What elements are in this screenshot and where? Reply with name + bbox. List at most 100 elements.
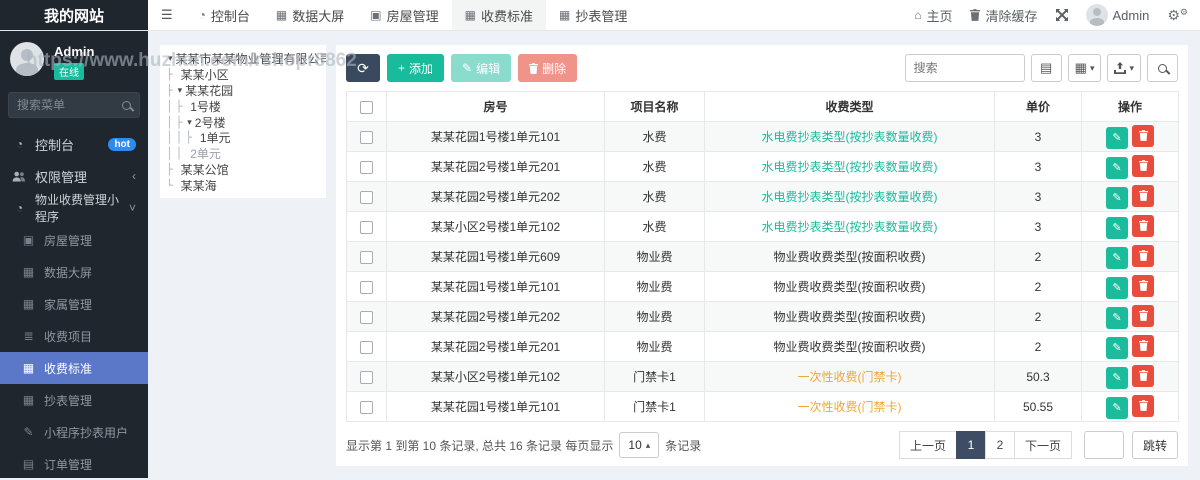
row-edit-button[interactable]: ✎ xyxy=(1106,367,1128,389)
row-edit-button[interactable]: ✎ xyxy=(1106,247,1128,269)
row-delete-button[interactable] xyxy=(1132,305,1154,327)
row-checkbox[interactable] xyxy=(360,281,373,294)
nav-item-meter[interactable]: ▦ 抄表管理 xyxy=(546,0,640,30)
sidebar-item-permissions[interactable]: 权限管理 ‹ xyxy=(0,160,148,192)
sidebar-item-label: 数据大屏 xyxy=(44,264,92,281)
prev-page-button[interactable]: 上一页 xyxy=(899,431,957,459)
row-delete-button[interactable] xyxy=(1132,155,1154,177)
sidebar-search-input[interactable] xyxy=(17,98,118,112)
row-checkbox[interactable] xyxy=(360,251,373,264)
sidebar-item-fee-standard[interactable]: ▦ 收费标准 xyxy=(0,352,148,384)
row-edit-button[interactable]: ✎ xyxy=(1106,277,1128,299)
sidebar-item-property-app[interactable]: ◔ 物业收费管理小程序 ˅ xyxy=(0,192,148,224)
row-edit-button[interactable]: ✎ xyxy=(1106,157,1128,179)
jump-page-input[interactable] xyxy=(1084,431,1124,459)
fee-type-link[interactable]: 一次性收费(门禁卡) xyxy=(705,362,995,392)
row-delete-button[interactable] xyxy=(1132,185,1154,207)
columns-button[interactable]: ▦ ▾ xyxy=(1068,54,1102,82)
sidebar-item-house[interactable]: ▣ 房屋管理 xyxy=(0,224,148,256)
add-button[interactable]: + 添加 xyxy=(387,54,444,82)
tree-node-unit1[interactable]: ││├ 1单元 xyxy=(166,130,324,146)
export-button[interactable]: ▾ xyxy=(1107,54,1141,82)
fee-type-link[interactable]: 水电费抄表类型(按抄表数量收费) xyxy=(705,122,995,152)
row-edit-button[interactable]: ✎ xyxy=(1106,337,1128,359)
sidebar-item-miniapp-users[interactable]: ✎ 小程序抄表用户 xyxy=(0,416,148,448)
row-edit-button[interactable]: ✎ xyxy=(1106,307,1128,329)
tree-expand-icon[interactable]: ▾ xyxy=(187,117,192,128)
sidebar-item-orders[interactable]: ▤ 订单管理 xyxy=(0,448,148,480)
row-checkbox[interactable] xyxy=(360,221,373,234)
tree-node-community[interactable]: ├ 某某小区 xyxy=(166,67,324,83)
tree-node-company[interactable]: ▾ 某某市某某物业管理有限公司 xyxy=(166,51,324,67)
sidebar-item-family[interactable]: ▦ 家属管理 xyxy=(0,288,148,320)
dashboard-icon: ◔ xyxy=(199,8,206,22)
building-tree-panel: ▾ 某某市某某物业管理有限公司 ├ 某某小区 ├ ▾ 某某花园 │├ 1号楼 │… xyxy=(160,45,326,198)
sidebar-avatar xyxy=(10,42,44,76)
page-size-dropdown[interactable]: 10 ▴ xyxy=(619,432,659,458)
table-search-input[interactable] xyxy=(905,54,1025,82)
cell-room: 某某花园2号楼1单元202 xyxy=(387,302,605,332)
refresh-button[interactable]: ⟳ xyxy=(346,54,380,82)
search-button[interactable] xyxy=(1147,54,1178,82)
toggle-view-button[interactable]: ▤ xyxy=(1031,54,1062,82)
edit-button[interactable]: ✎ 编辑 xyxy=(451,54,511,82)
trash-icon xyxy=(1139,340,1148,351)
sidebar-item-fee-items[interactable]: ≣ 收费项目 xyxy=(0,320,148,352)
nav-item-label: 数据大屏 xyxy=(292,6,344,25)
sidebar-item-console[interactable]: ◔ 控制台 hot xyxy=(0,128,148,160)
tree-node-building2[interactable]: │├ ▾ 2号楼 xyxy=(166,114,324,130)
jump-button[interactable]: 跳转 xyxy=(1132,431,1178,459)
fee-type-link[interactable]: 水电费抄表类型(按抄表数量收费) xyxy=(705,212,995,242)
row-edit-button[interactable]: ✎ xyxy=(1106,187,1128,209)
tree-node-garden[interactable]: ├ ▾ 某某花园 xyxy=(166,83,324,99)
row-checkbox[interactable] xyxy=(360,311,373,324)
row-checkbox[interactable] xyxy=(360,131,373,144)
fee-type-link[interactable]: 水电费抄表类型(按抄表数量收费) xyxy=(705,182,995,212)
next-page-button[interactable]: 下一页 xyxy=(1014,431,1072,459)
tree-node-label: 某某花园 xyxy=(185,82,233,99)
tree-node-building1[interactable]: │├ 1号楼 xyxy=(166,98,324,114)
row-delete-button[interactable] xyxy=(1132,125,1154,147)
tree-expand-icon[interactable]: ▾ xyxy=(168,53,173,64)
tree-node-mansion[interactable]: ├ 某某公馆 xyxy=(166,162,324,178)
row-edit-button[interactable]: ✎ xyxy=(1106,397,1128,419)
tree-node-sea[interactable]: └ 某某海 xyxy=(166,177,324,193)
row-delete-button[interactable] xyxy=(1132,245,1154,267)
settings-button[interactable]: ⚙⚙ xyxy=(1167,7,1188,24)
page-button-2[interactable]: 2 xyxy=(985,431,1015,459)
row-edit-button[interactable]: ✎ xyxy=(1106,127,1128,149)
row-edit-button[interactable]: ✎ xyxy=(1106,217,1128,239)
sidebar-item-meter[interactable]: ▦ 抄表管理 xyxy=(0,384,148,416)
sidebar-toggle-button[interactable]: ☰ xyxy=(148,0,186,30)
home-link[interactable]: ⌂ 主页 xyxy=(914,6,952,25)
row-checkbox[interactable] xyxy=(360,341,373,354)
row-checkbox[interactable] xyxy=(360,161,373,174)
nav-item-fee-standard[interactable]: ▦ 收费标准 xyxy=(452,0,546,30)
row-delete-button[interactable] xyxy=(1132,365,1154,387)
tree-guides: │├ xyxy=(166,116,185,129)
nav-item-console[interactable]: ◔ 控制台 xyxy=(186,0,263,30)
page-button-1[interactable]: 1 xyxy=(956,431,986,459)
fee-type-link[interactable]: 一次性收费(门禁卡) xyxy=(705,392,995,422)
sidebar-item-datascreen[interactable]: ▦ 数据大屏 xyxy=(0,256,148,288)
fullscreen-button[interactable] xyxy=(1056,9,1068,21)
row-checkbox[interactable] xyxy=(360,191,373,204)
fee-type-link[interactable]: 水电费抄表类型(按抄表数量收费) xyxy=(705,152,995,182)
user-menu[interactable]: Admin xyxy=(1086,4,1150,26)
pencil-square-icon: ✎ xyxy=(21,425,36,439)
select-all-checkbox[interactable] xyxy=(360,101,373,114)
row-checkbox[interactable] xyxy=(360,371,373,384)
tree-node-unit2[interactable]: ││ 2单元 xyxy=(166,146,324,162)
delete-button[interactable]: 删除 xyxy=(518,54,577,82)
hamburger-icon: ☰ xyxy=(161,7,173,23)
row-delete-button[interactable] xyxy=(1132,395,1154,417)
row-delete-button[interactable] xyxy=(1132,215,1154,237)
nav-item-datascreen[interactable]: ▦ 数据大屏 xyxy=(263,0,357,30)
row-delete-button[interactable] xyxy=(1132,335,1154,357)
row-checkbox[interactable] xyxy=(360,401,373,414)
row-delete-button[interactable] xyxy=(1132,275,1154,297)
nav-item-house[interactable]: ▣ 房屋管理 xyxy=(357,0,451,30)
clear-cache-link[interactable]: 清除缓存 xyxy=(970,6,1037,25)
tree-expand-icon[interactable]: ▾ xyxy=(178,85,183,96)
sidebar-item-label: 收费标准 xyxy=(44,360,92,377)
